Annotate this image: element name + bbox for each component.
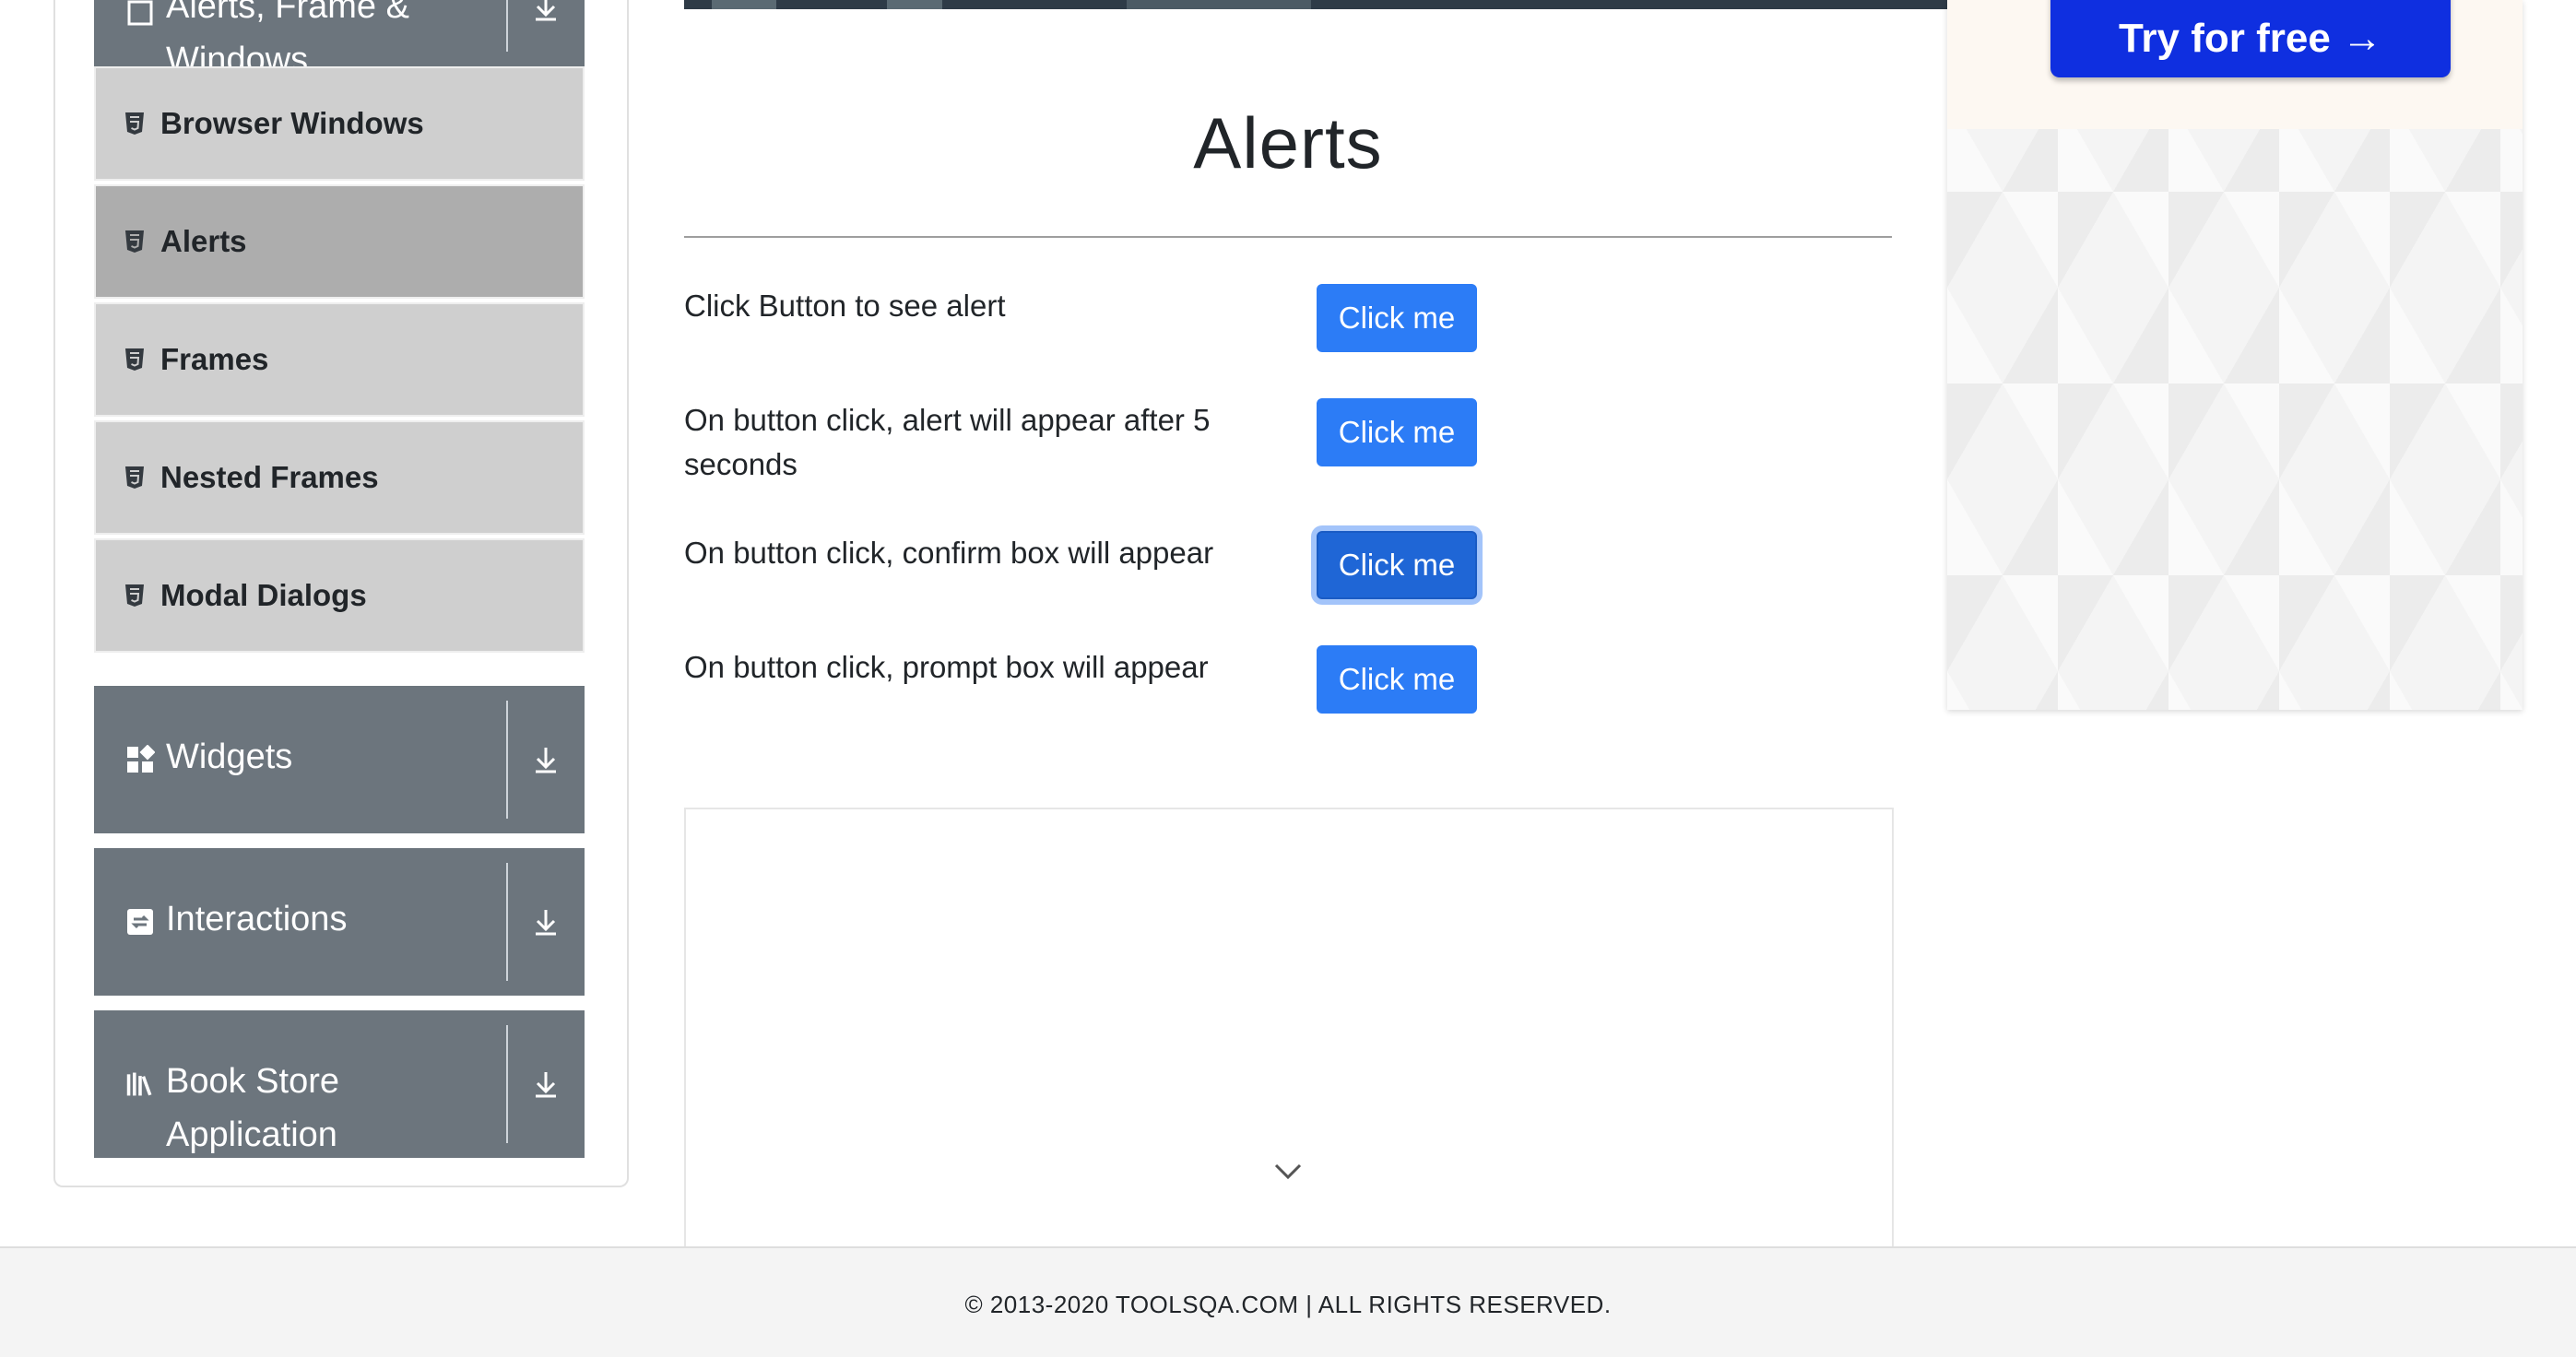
- bookstore-icon: [125, 1069, 155, 1099]
- footer: © 2013-2020 TOOLSQA.COM | ALL RIGHTS RES…: [0, 1246, 2576, 1357]
- try-for-free-button[interactable]: Try for free →: [2050, 0, 2451, 77]
- sidebar-item-frames[interactable]: Frames: [94, 302, 585, 417]
- download-arrow-icon[interactable]: [527, 741, 564, 778]
- prompt-button[interactable]: Click me: [1317, 645, 1477, 714]
- sidebar-item-alerts[interactable]: Alerts: [94, 184, 585, 299]
- window-icon: [125, 0, 155, 28]
- chevron-down-icon[interactable]: [1272, 1162, 1304, 1182]
- sidebar-group-title: Alerts, Frame & Windows: [166, 0, 409, 66]
- html5-icon: [122, 583, 148, 608]
- top-banner-image: [684, 0, 1947, 9]
- alert-description: Click Button to see alert: [684, 289, 1006, 323]
- divider: [506, 701, 508, 819]
- sidebar-group-book-store[interactable]: Book Store Application: [94, 1010, 585, 1158]
- sidebar-item-label: Modal Dialogs: [160, 578, 367, 612]
- sidebar-item-label: Frames: [160, 342, 269, 376]
- prompt-description: On button click, prompt box will appear: [684, 650, 1209, 684]
- sidebar-group-alerts-frame-windows[interactable]: Alerts, Frame & Windows: [94, 0, 585, 66]
- sidebar-item-label: Browser Windows: [160, 106, 424, 140]
- html5-icon: [122, 465, 148, 490]
- download-arrow-icon[interactable]: [527, 1066, 564, 1103]
- banner-detail: [1127, 0, 1311, 9]
- download-arrow-icon[interactable]: [527, 903, 564, 940]
- sidebar-item-label: Nested Frames: [160, 460, 379, 494]
- sidebar-group-title: Book Store Application: [166, 1062, 339, 1154]
- sidebar-group-title: Widgets: [166, 738, 293, 776]
- timer-alert-description: On button click, alert will appear after…: [684, 403, 1211, 481]
- html5-icon: [122, 347, 148, 372]
- alert-button[interactable]: Click me: [1317, 284, 1477, 352]
- html5-icon: [122, 111, 148, 136]
- timer-alert-button[interactable]: Click me: [1317, 398, 1477, 466]
- sidebar-group-title: Interactions: [166, 900, 348, 938]
- html5-icon: [122, 229, 148, 254]
- sidebar-group-widgets[interactable]: Widgets: [94, 686, 585, 833]
- divider: [506, 0, 508, 52]
- widgets-icon: [125, 745, 155, 774]
- footer-copyright: © 2013-2020 TOOLSQA.COM | ALL RIGHTS RES…: [964, 1291, 1612, 1318]
- sidebar-item-label: Alerts: [160, 224, 247, 258]
- sidebar-group-interactions[interactable]: Interactions: [94, 848, 585, 996]
- divider: [506, 863, 508, 981]
- banner-detail: [712, 0, 776, 9]
- sidebar-item-modal-dialogs[interactable]: Modal Dialogs: [94, 538, 585, 653]
- page-title: Alerts: [1193, 102, 1383, 183]
- title-divider: [684, 236, 1892, 238]
- download-arrow-icon[interactable]: [527, 0, 564, 26]
- banner-detail: [887, 0, 942, 9]
- sidebar-item-browser-windows[interactable]: Browser Windows: [94, 66, 585, 181]
- confirm-button[interactable]: Click me: [1317, 531, 1477, 599]
- confirm-description: On button click, confirm box will appear: [684, 536, 1214, 570]
- interactions-icon: [125, 907, 155, 937]
- divider: [506, 1025, 508, 1143]
- sidebar-item-nested-frames[interactable]: Nested Frames: [94, 420, 585, 535]
